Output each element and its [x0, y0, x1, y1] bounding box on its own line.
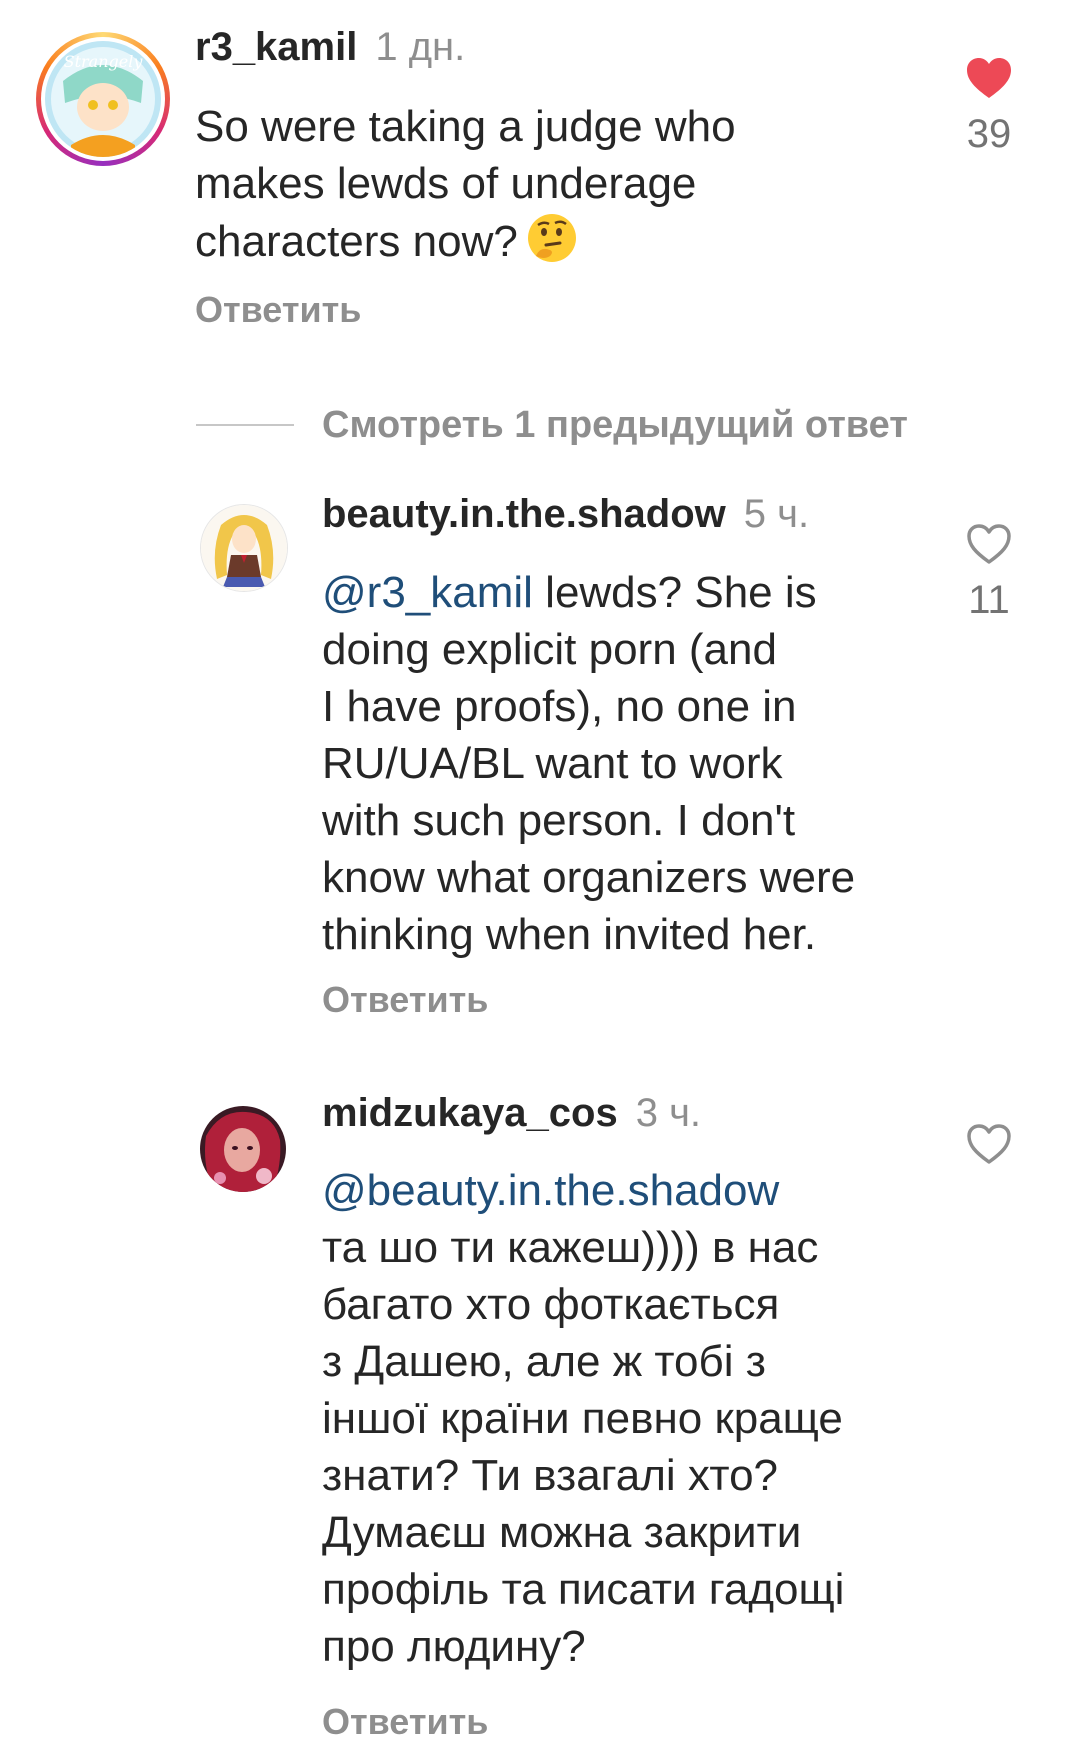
- comment-header: r3_kamil 1 дн.: [195, 22, 465, 72]
- username[interactable]: r3_kamil: [195, 25, 357, 69]
- comment-line: знати? Ти взагалі хто?: [322, 1451, 779, 1500]
- timestamp: 3 ч.: [635, 1091, 702, 1135]
- view-replies-label: Смотреть 1 предыдущий ответ: [322, 403, 908, 446]
- comment-line: Думаєш можна закрити: [322, 1508, 802, 1557]
- comment-line: with such person. I don't: [322, 796, 796, 845]
- comment-line: doing explicit porn (and: [322, 625, 777, 674]
- comment-line-text: lewds? She is: [532, 568, 817, 617]
- comment-line: thinking when invited her.: [322, 910, 817, 959]
- comment-line: know what organizers were: [322, 853, 856, 902]
- mention-link[interactable]: @r3_kamil: [322, 568, 533, 617]
- reply-button[interactable]: Ответить: [322, 1700, 488, 1744]
- comment-text: @beauty.in.the.shadow та шо ти кажеш))))…: [322, 1162, 962, 1675]
- avatar[interactable]: [200, 504, 288, 592]
- like-count: 39: [966, 112, 1012, 156]
- comment-r3-kamil: Strangely r3_kamil 1 дн. So were taking a…: [0, 0, 1080, 340]
- comment-line: багато хто фоткається: [322, 1280, 780, 1329]
- like-column: 39: [949, 56, 1029, 158]
- comment-line: RU/UA/BL want to work: [322, 739, 783, 788]
- comment-line: So were taking a judge who: [195, 102, 736, 151]
- svg-text:Strangely: Strangely: [64, 52, 144, 71]
- username[interactable]: beauty.in.the.shadow: [322, 492, 726, 536]
- view-previous-replies[interactable]: Смотреть 1 предыдущий ответ: [196, 400, 908, 450]
- avatar[interactable]: [200, 1106, 286, 1192]
- comment-line: про людину?: [322, 1622, 586, 1671]
- comment-text: @r3_kamil lewds? She is doing explicit p…: [322, 564, 962, 963]
- comment-midzukaya-cos: midzukaya_cos 3 ч. @beauty.in.the.shadow …: [0, 1080, 1080, 1757]
- username[interactable]: midzukaya_cos: [322, 1091, 618, 1135]
- comment-line: та шо ти кажеш)))) в нас: [322, 1223, 819, 1272]
- story-ring[interactable]: Strangely: [36, 32, 170, 166]
- comment-line-text: characters now?: [195, 217, 518, 266]
- heart-filled-icon[interactable]: [965, 56, 1013, 100]
- divider-line: [196, 424, 294, 426]
- reply-button[interactable]: Ответить: [322, 978, 488, 1022]
- thinking-face-emoji: [526, 212, 578, 278]
- comment-line: з Дашею, але ж тобі з: [322, 1337, 766, 1386]
- comment-beauty-in-the-shadow: beauty.in.the.shadow 5 ч. @r3_kamil lewds…: [0, 480, 1080, 1040]
- like-count: 11: [968, 578, 1010, 622]
- avatar: Strangely: [45, 41, 161, 157]
- comment-line: профіль та писати гадощі: [322, 1565, 845, 1614]
- comment-header: beauty.in.the.shadow 5 ч.: [322, 489, 809, 539]
- timestamp: 5 ч.: [743, 492, 810, 536]
- comment-line: characters now?: [195, 212, 955, 278]
- comment-line: @r3_kamil lewds? She is: [322, 564, 962, 621]
- comment-header: midzukaya_cos 3 ч.: [322, 1088, 701, 1138]
- heart-outline-icon[interactable]: [965, 522, 1013, 566]
- like-column: [949, 1122, 1029, 1166]
- mention-link[interactable]: @beauty.in.the.shadow: [322, 1166, 779, 1215]
- reply-button[interactable]: Ответить: [195, 288, 361, 332]
- comment-line: I have proofs), no one in: [322, 682, 797, 731]
- heart-outline-icon[interactable]: [965, 1122, 1013, 1166]
- like-column: 11: [949, 522, 1029, 624]
- comment-line: іншої країни певно краще: [322, 1394, 843, 1443]
- comment-line: @beauty.in.the.shadow: [322, 1162, 962, 1219]
- timestamp: 1 дн.: [375, 25, 466, 69]
- comment-line: makes lewds of underage: [195, 159, 697, 208]
- comment-text: So were taking a judge who makes lewds o…: [195, 98, 955, 278]
